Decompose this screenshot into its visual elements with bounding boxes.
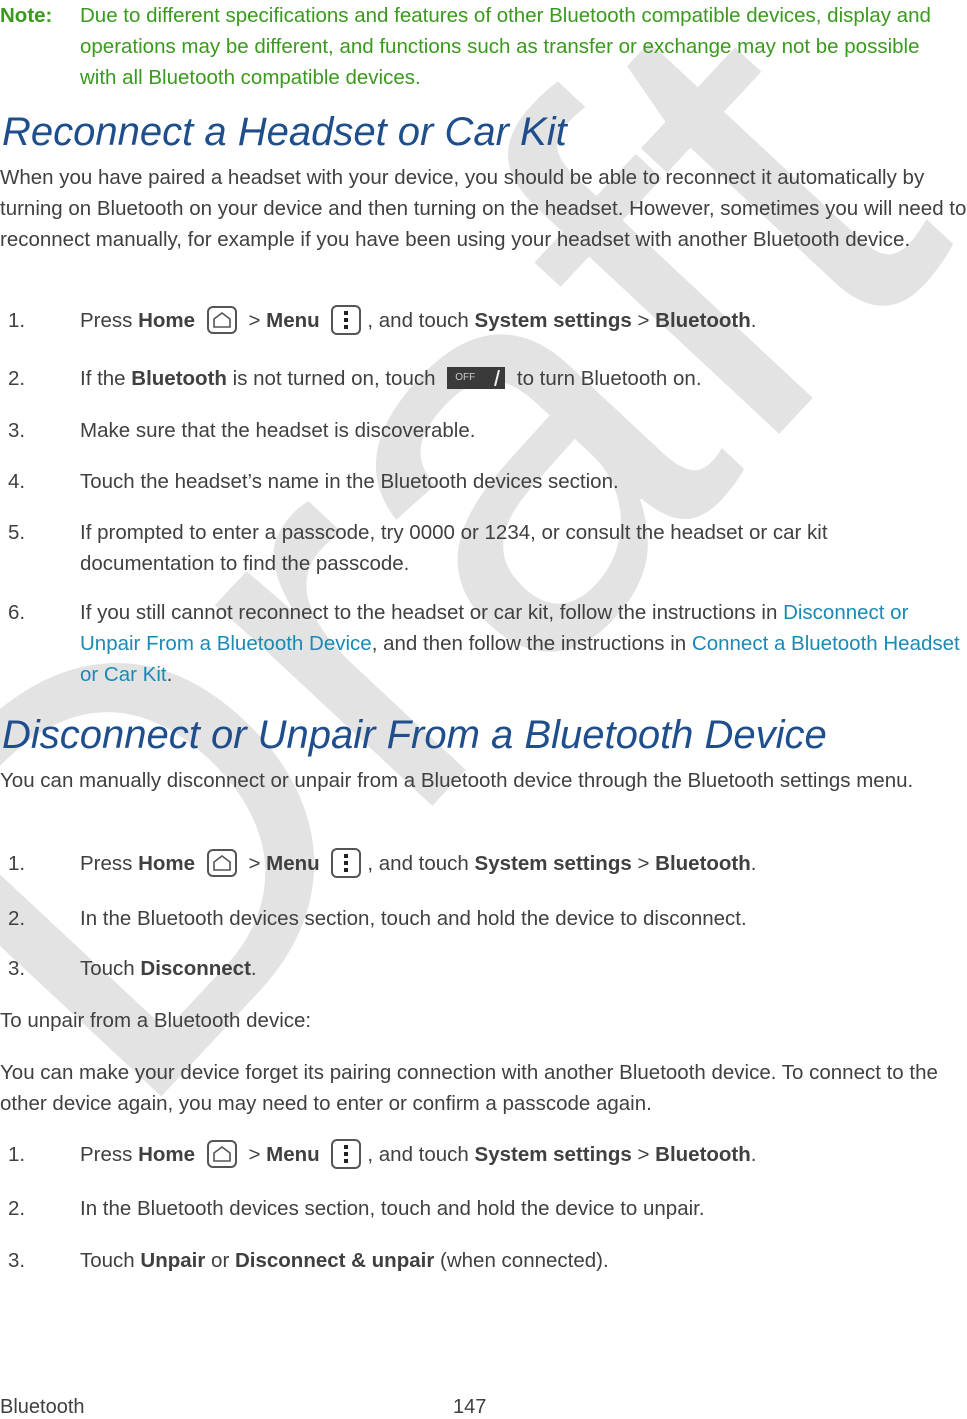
step-text: Press bbox=[80, 309, 139, 332]
system-settings-label: System settings bbox=[474, 1143, 632, 1166]
separator: > bbox=[631, 1143, 656, 1166]
step-text: is not turned on, touch bbox=[226, 367, 442, 390]
step-number: 3. bbox=[8, 1249, 26, 1272]
bluetooth-label: Bluetooth bbox=[655, 1143, 751, 1166]
step-text: Touch the headset’s name in the Bluetoot… bbox=[80, 470, 619, 493]
step-text: In the Bluetooth devices section, touch … bbox=[80, 1197, 705, 1220]
step-number: 1. bbox=[8, 309, 26, 332]
step-number: 5. bbox=[8, 521, 26, 544]
step-text: , and touch bbox=[367, 1143, 475, 1166]
off-toggle-icon: OFF bbox=[447, 366, 506, 389]
step-number: 1. bbox=[8, 852, 26, 875]
bluetooth-label: Bluetooth bbox=[655, 309, 751, 332]
step-text: to turn Bluetooth on. bbox=[511, 367, 702, 390]
step-number: 6. bbox=[8, 601, 26, 624]
step-number: 3. bbox=[8, 419, 26, 442]
step-text: , and touch bbox=[367, 852, 475, 875]
bluetooth-label: Bluetooth bbox=[131, 367, 227, 390]
disconnect-label: Disconnect bbox=[140, 957, 251, 980]
home-key-icon bbox=[206, 848, 237, 877]
unpair-intro: You can make your device forget its pair… bbox=[0, 1061, 938, 1115]
section1-intro: When you have paired a headset with your… bbox=[0, 166, 967, 251]
step-number: 2. bbox=[8, 1197, 26, 1220]
step-text: Press bbox=[80, 1143, 139, 1166]
unpair-heading: To unpair from a Bluetooth device: bbox=[0, 1009, 312, 1032]
menu-key-icon bbox=[331, 1138, 362, 1169]
step-number: 4. bbox=[8, 470, 26, 493]
menu-label: Menu bbox=[266, 1143, 320, 1166]
menu-key-icon bbox=[331, 847, 362, 878]
off-toggle-label: OFF bbox=[455, 371, 476, 383]
section-title-disconnect: Disconnect or Unpair From a Bluetooth De… bbox=[2, 713, 827, 757]
step-text: (when connected). bbox=[434, 1249, 609, 1272]
system-settings-label: System settings bbox=[474, 309, 632, 332]
step-text: If prompted to enter a passcode, try 000… bbox=[80, 521, 828, 575]
menu-label: Menu bbox=[266, 309, 320, 332]
unpair-label: Unpair bbox=[140, 1249, 206, 1272]
punctuation: . bbox=[750, 309, 757, 332]
step-text: , and then follow the instructions in bbox=[371, 632, 692, 655]
step-number: 2. bbox=[8, 367, 26, 390]
step-text: or bbox=[205, 1249, 235, 1272]
section2-intro: You can manually disconnect or unpair fr… bbox=[0, 769, 914, 792]
separator: > bbox=[631, 852, 656, 875]
punctuation: . bbox=[166, 663, 173, 686]
home-label: Home bbox=[138, 309, 196, 332]
punctuation: . bbox=[750, 852, 757, 875]
home-label: Home bbox=[138, 852, 196, 875]
menu-key-icon bbox=[331, 304, 362, 335]
separator: > bbox=[242, 852, 267, 875]
step-text: Touch bbox=[80, 957, 141, 980]
bluetooth-label: Bluetooth bbox=[655, 852, 751, 875]
step-text: Press bbox=[80, 852, 139, 875]
note-label: Note: bbox=[0, 4, 53, 27]
separator: > bbox=[242, 1143, 267, 1166]
punctuation: . bbox=[250, 957, 257, 980]
system-settings-label: System settings bbox=[474, 852, 632, 875]
step-number: 3. bbox=[8, 957, 26, 980]
step-number: 1. bbox=[8, 1143, 26, 1166]
home-key-icon bbox=[206, 305, 237, 334]
menu-label: Menu bbox=[266, 852, 320, 875]
section-title-reconnect: Reconnect a Headset or Car Kit bbox=[2, 110, 567, 154]
separator: > bbox=[242, 309, 267, 332]
step-text: Make sure that the headset is discoverab… bbox=[80, 419, 476, 442]
separator: > bbox=[631, 309, 656, 332]
step-text: Touch bbox=[80, 1249, 141, 1272]
punctuation: . bbox=[750, 1143, 757, 1166]
home-label: Home bbox=[138, 1143, 196, 1166]
step-text: If the bbox=[80, 367, 132, 390]
step-text: In the Bluetooth devices section, touch … bbox=[80, 907, 747, 930]
step-text: , and touch bbox=[367, 309, 475, 332]
disconnect-unpair-label: Disconnect & unpair bbox=[234, 1249, 435, 1272]
step-text: If you still cannot reconnect to the hea… bbox=[80, 601, 784, 624]
note-text: Due to different specifications and feat… bbox=[80, 4, 931, 89]
home-key-icon bbox=[206, 1139, 237, 1168]
step-number: 2. bbox=[8, 907, 26, 930]
